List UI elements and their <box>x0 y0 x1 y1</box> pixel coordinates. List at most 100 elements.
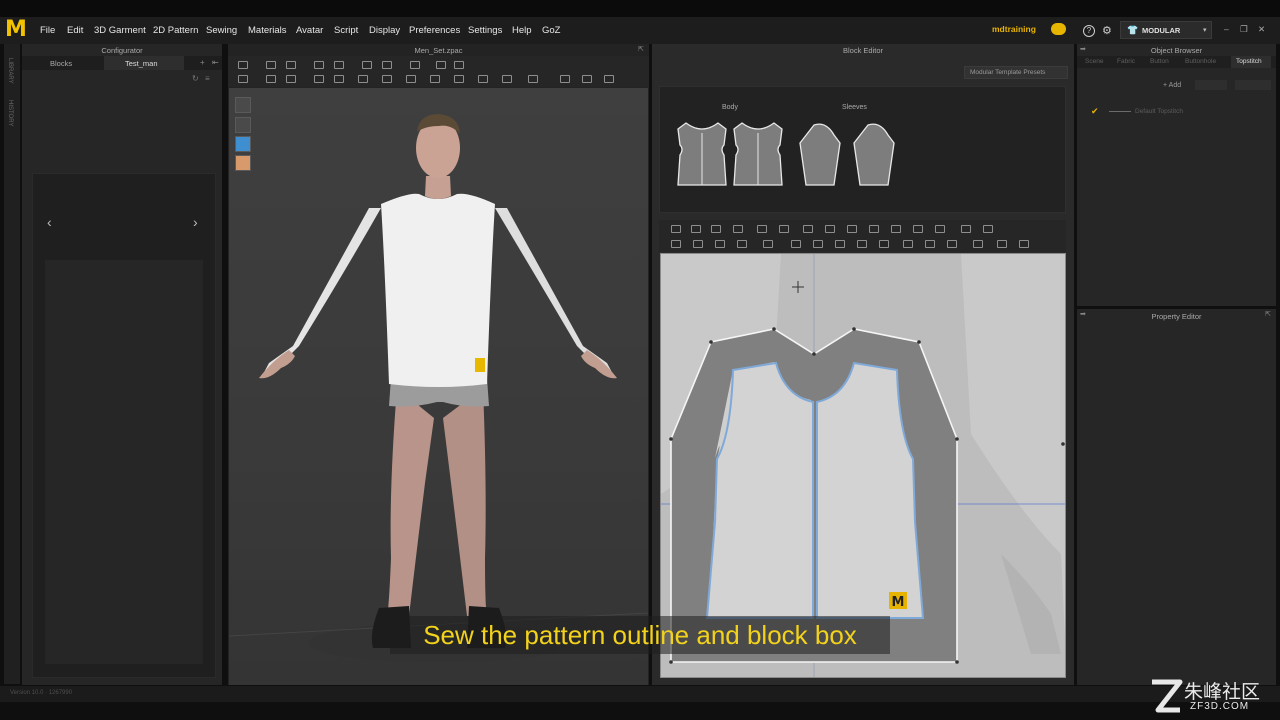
next-arrow-icon[interactable]: › <box>193 214 198 230</box>
fabric-2d-icon[interactable] <box>761 238 773 248</box>
rectangle-icon[interactable] <box>801 223 813 233</box>
expand-icon[interactable]: ⇱ <box>638 45 644 53</box>
edit-point-icon[interactable] <box>689 223 701 233</box>
graphic-2d-icon[interactable] <box>811 238 823 248</box>
box-select-icon[interactable] <box>284 59 296 69</box>
show-fabric-icon[interactable] <box>235 136 251 152</box>
show-garment-icon[interactable] <box>235 97 251 113</box>
topstitch-list-item[interactable]: ✔ Default Topstitch <box>1087 106 1271 118</box>
app-logo[interactable]: M <box>5 19 27 41</box>
side-tab-history[interactable]: HISTORY <box>7 100 13 126</box>
add-point-icon[interactable] <box>709 223 721 233</box>
buttonhole-2d-icon[interactable] <box>901 238 913 248</box>
grade-icon[interactable] <box>981 223 993 233</box>
tab-blocks[interactable]: Blocks <box>50 59 72 68</box>
edit-tool-icon[interactable] <box>332 59 344 69</box>
menu-preferences[interactable]: Preferences <box>409 25 460 36</box>
expand-icon[interactable]: ⇱ <box>1265 310 1271 318</box>
modular-sewing-icon[interactable] <box>995 238 1007 248</box>
segment-sewing-icon[interactable] <box>669 238 681 248</box>
edit-curvature-icon[interactable] <box>755 223 767 233</box>
cloud-icon[interactable] <box>1051 23 1066 35</box>
minimize-icon[interactable]: – <box>1224 24 1229 34</box>
add-tab-icon[interactable]: + <box>200 58 205 67</box>
mannequin-icon[interactable] <box>558 73 570 83</box>
pin-2d-icon[interactable] <box>855 238 867 248</box>
restore-icon[interactable]: ❐ <box>1240 24 1248 35</box>
menu-file[interactable]: File <box>40 25 55 36</box>
block-thumb-front[interactable] <box>677 122 727 186</box>
wardrobe-icon[interactable] <box>602 73 614 83</box>
button-tool-icon[interactable] <box>356 73 368 83</box>
collapse-icon[interactable]: ⇤ <box>212 58 219 67</box>
side-tab-library[interactable]: LIBRARY <box>7 58 13 84</box>
fold-tool-icon[interactable] <box>264 73 276 83</box>
menu-settings[interactable]: Settings <box>468 25 502 36</box>
tab-test-man[interactable]: Test_man <box>104 56 184 70</box>
show-avatar-icon[interactable] <box>235 117 251 133</box>
line-tool-icon[interactable] <box>380 73 392 83</box>
internal-rectangle-icon[interactable] <box>867 223 879 233</box>
menu-help[interactable]: Help <box>512 25 532 36</box>
settings-icon[interactable]: ⚙ <box>1102 25 1114 37</box>
menu-2d-pattern[interactable]: 2D Pattern <box>153 25 198 36</box>
menu-3d-garment[interactable]: 3D Garment <box>94 25 146 36</box>
zipper-2d-icon[interactable] <box>923 238 935 248</box>
dart-icon[interactable] <box>911 223 923 233</box>
block-thumb-sleeve-right[interactable] <box>853 123 895 186</box>
user-name[interactable]: mdtraining <box>992 24 1036 34</box>
block-box-icon[interactable] <box>971 238 983 248</box>
pattern-2d-view[interactable]: M <box>660 253 1066 678</box>
refresh-icon[interactable]: ↻ <box>192 74 199 83</box>
point-tool-icon[interactable] <box>312 59 324 69</box>
tab-button[interactable]: Button <box>1150 58 1169 65</box>
trace-icon[interactable] <box>933 223 945 233</box>
avatar-tool-icon[interactable] <box>434 59 446 69</box>
previous-arrow-icon[interactable]: ‹ <box>47 214 52 230</box>
trim-tool-icon[interactable] <box>526 73 538 83</box>
internal-circle-icon[interactable] <box>889 223 901 233</box>
pin-tool-icon[interactable] <box>360 59 372 69</box>
menu-materials[interactable]: Materials <box>248 25 287 36</box>
block-thumbnail-slot[interactable] <box>45 260 203 664</box>
line-2d-icon[interactable] <box>945 238 957 248</box>
zipper-tool-icon[interactable] <box>428 73 440 83</box>
select-tool-icon[interactable] <box>236 59 248 69</box>
topstitch-tool-icon[interactable] <box>404 73 416 83</box>
tab-scene[interactable]: Scene <box>1085 58 1103 65</box>
move-tool-icon[interactable] <box>264 59 276 69</box>
circle-icon[interactable] <box>823 223 835 233</box>
internal-polygon-icon[interactable] <box>845 223 857 233</box>
sew-tool-icon[interactable] <box>332 73 344 83</box>
cut-tool-icon[interactable] <box>312 73 324 83</box>
tab-buttonhole[interactable]: Buttonhole <box>1185 58 1216 65</box>
topstitch-2d-icon[interactable] <box>833 238 845 248</box>
pose-tool-icon[interactable] <box>452 59 464 69</box>
texture-tool-icon[interactable] <box>476 73 488 83</box>
menu-goz[interactable]: GoZ <box>542 25 560 36</box>
modular-template-presets-button[interactable]: Modular Template Presets <box>964 66 1068 79</box>
close-icon[interactable]: ✕ <box>1258 24 1265 35</box>
polygon-icon[interactable] <box>777 223 789 233</box>
merge-topstitch-button[interactable] <box>1235 80 1271 90</box>
graphic-tool-icon[interactable] <box>500 73 512 83</box>
block-thumb-back[interactable] <box>733 122 783 186</box>
simulate-icon[interactable] <box>236 73 248 83</box>
workspace-selector[interactable]: 👕 MODULAR ▾ <box>1120 21 1212 39</box>
free-sewing-icon[interactable] <box>691 238 703 248</box>
add-topstitch-button[interactable]: + Add <box>1163 82 1181 89</box>
arrange-tool-icon[interactable] <box>284 73 296 83</box>
menu-edit[interactable]: Edit <box>67 25 83 36</box>
edit-pattern-icon[interactable] <box>669 223 681 233</box>
tab-fabric[interactable]: Fabric <box>1117 58 1135 65</box>
menu-sewing[interactable]: Sewing <box>206 25 237 36</box>
show-skin-icon[interactable] <box>235 155 251 171</box>
ruler-icon[interactable] <box>959 223 971 233</box>
block-thumb-sleeve-left[interactable] <box>799 123 841 186</box>
button-2d-icon[interactable] <box>877 238 889 248</box>
sewing-edit-icon[interactable] <box>713 238 725 248</box>
menu-display[interactable]: Display <box>369 25 400 36</box>
dashed-line-icon[interactable] <box>1017 238 1029 248</box>
tack-tool-icon[interactable] <box>408 59 420 69</box>
menu-avatar[interactable]: Avatar <box>296 25 323 36</box>
